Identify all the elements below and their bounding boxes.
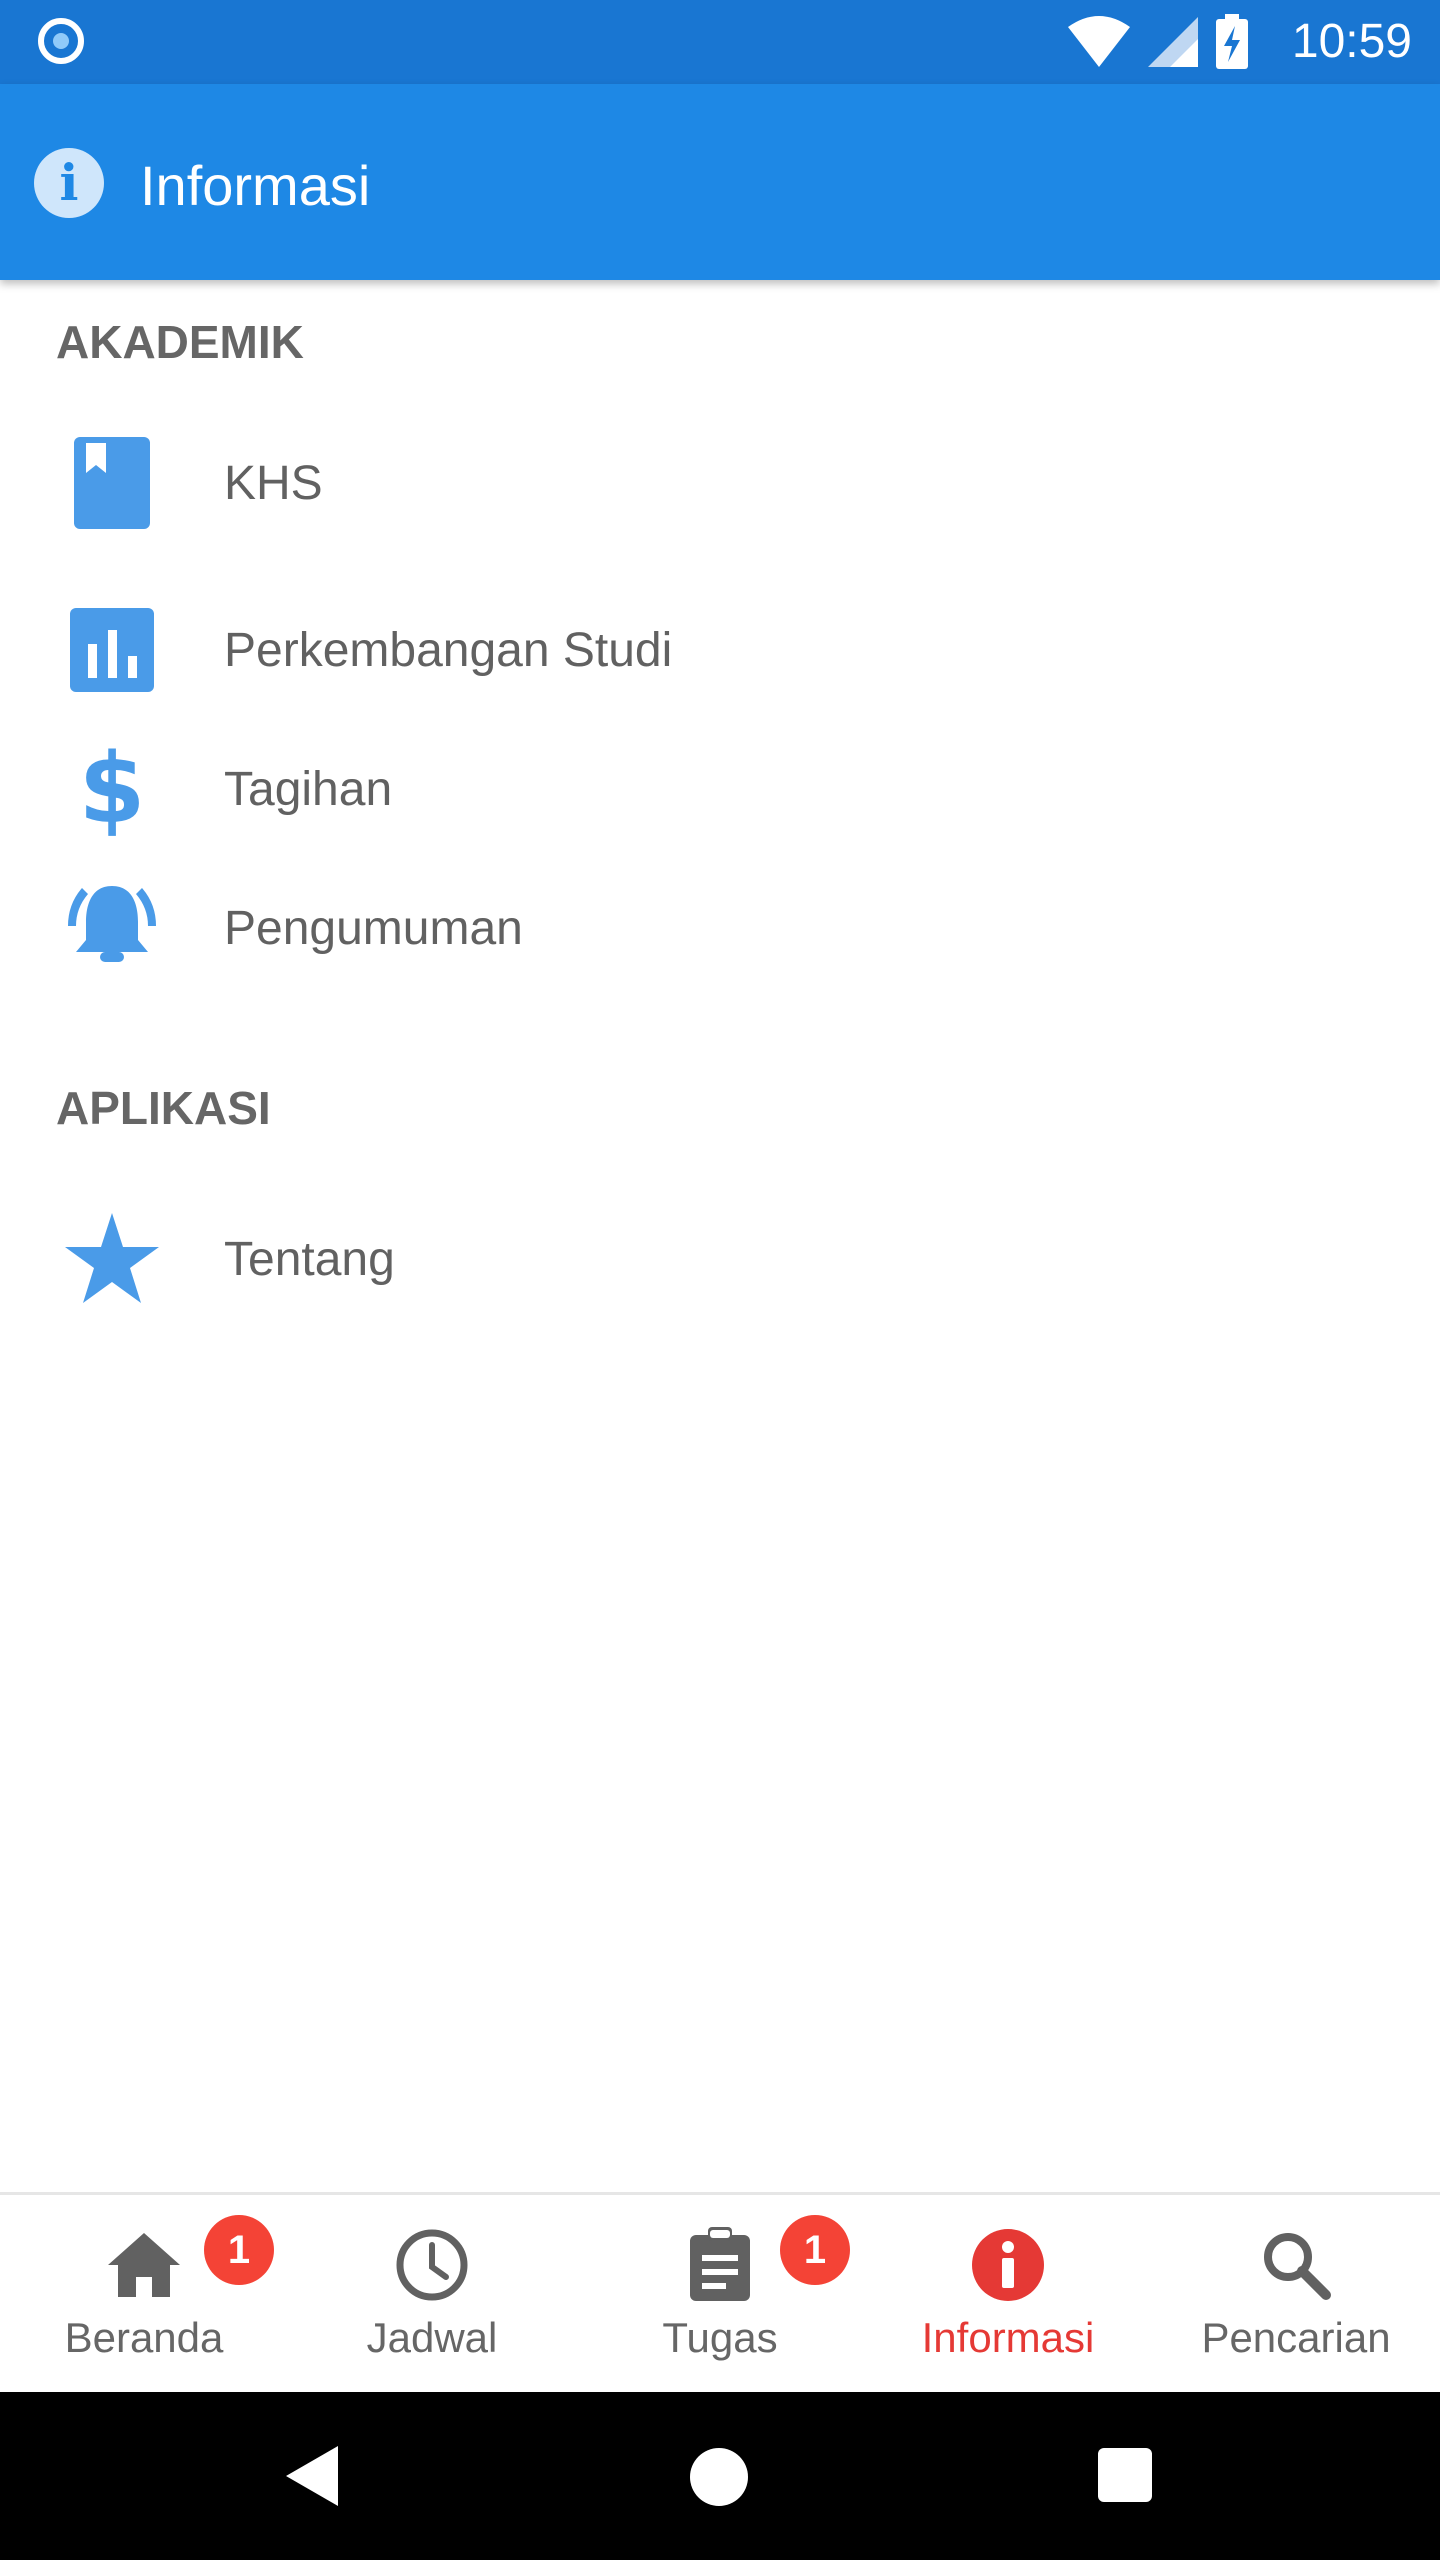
menu-item-label: Pengumuman [224,902,523,955]
nav-label: Informasi [921,2314,1095,2361]
home-button-icon[interactable] [690,2448,748,2506]
search-icon [1264,2233,1331,2300]
nav-label: Pencarian [1201,2314,1391,2361]
clipboard-icon [690,2227,750,2301]
menu-item-khs[interactable]: KHS [0,418,1440,548]
nav-item-informasi[interactable]: Informasi [864,2195,1152,2395]
menu-item-label: KHS [224,457,323,510]
back-icon[interactable] [284,2444,340,2508]
alarm-bell-icon [68,886,156,962]
status-icons [1066,14,1250,70]
menu-item-label: Tentang [224,1233,395,1286]
badge: 1 [780,2215,850,2285]
nav-item-jadwal[interactable]: Jadwal [288,2195,576,2395]
bar-chart-icon [70,608,154,692]
status-bar: 10:59 [0,0,1440,84]
section-header-aplikasi: APLIKASI [56,1082,271,1134]
home-icon [108,2233,180,2297]
battery-charging-icon [1216,14,1248,69]
menu-item-perkembangan-studi[interactable]: Perkembangan Studi [0,585,1440,715]
menu-item-pengumuman[interactable]: Pengumuman [0,863,1440,993]
page-title: Informasi [140,154,371,217]
info-icon [972,2229,1044,2301]
nav-label: Tugas [662,2314,778,2361]
dollar-icon: $ [78,733,146,845]
wifi-icon [1068,16,1130,67]
book-icon [74,437,150,529]
badge: 1 [204,2215,274,2285]
nav-label: Jadwal [366,2314,498,2361]
app-bar: i Informasi [0,84,1440,280]
clock-icon [396,2229,468,2301]
menu-item-tentang[interactable]: Tentang [0,1194,1440,1324]
menu-item-label: Tagihan [224,763,393,816]
star-icon [65,1213,159,1303]
signal-icon [1148,17,1198,67]
menu-item-label: Perkembangan Studi [224,624,673,677]
bottom-navigation: 1 Beranda Jadwal 1 Tugas Informasi Penca… [0,2192,1440,2395]
nav-item-tugas[interactable]: 1 Tugas [576,2195,864,2395]
system-navigation-bar [0,2392,1440,2560]
menu-item-tagihan[interactable]: $ Tagihan [0,724,1440,854]
recents-icon[interactable] [1098,2448,1152,2502]
status-time: 10:59 [1291,15,1412,68]
section-header-akademik: AKADEMIK [56,316,304,368]
notification-icon [38,18,84,64]
info-icon: i [34,148,104,218]
nav-item-pencarian[interactable]: Pencarian [1152,2195,1440,2395]
nav-item-beranda[interactable]: 1 Beranda [0,2195,288,2395]
nav-label: Beranda [64,2314,224,2361]
